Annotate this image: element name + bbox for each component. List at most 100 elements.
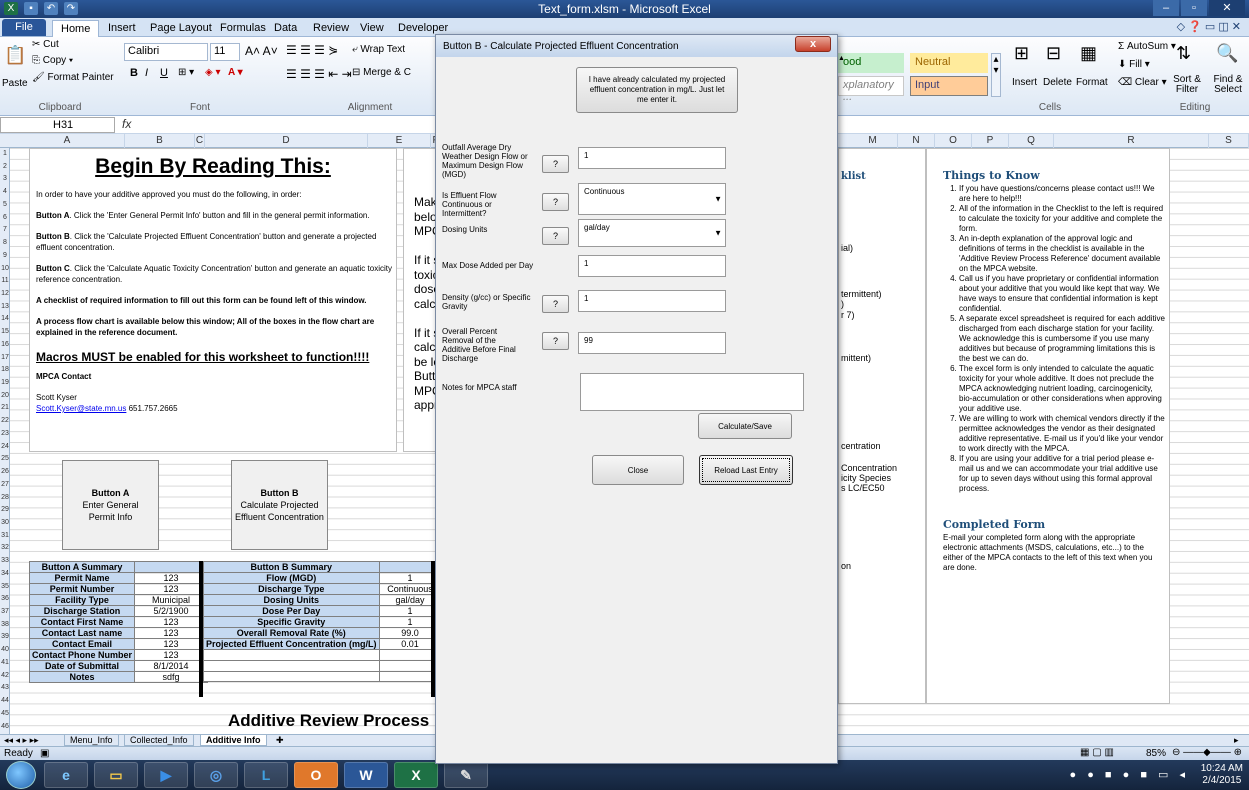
row-header[interactable]: 29 (0, 504, 10, 517)
font-size-combo[interactable]: 11 (210, 43, 240, 61)
tab-file[interactable]: File (2, 19, 46, 36)
row-value[interactable]: 123 (134, 583, 209, 595)
units-help-button[interactable]: ? (542, 227, 569, 245)
row-header[interactable]: 15 (0, 326, 10, 339)
row-header[interactable]: 44 (0, 695, 10, 708)
align-left-icon[interactable]: ☰ ☰ ☰ ⇤ ⇥ (286, 67, 352, 81)
removal-help-button[interactable]: ? (542, 332, 569, 350)
font-name-combo[interactable]: Calibri (124, 43, 208, 61)
sheet-tab-additive-info[interactable]: Additive Info (200, 735, 267, 746)
row-header[interactable]: 7 (0, 224, 10, 237)
scroll-up-icon[interactable]: ▲ (838, 55, 847, 63)
already-calculated-button[interactable]: I have already calculated my projected e… (576, 67, 738, 113)
row-header[interactable]: 11 (0, 275, 10, 288)
tab-data[interactable]: Data (266, 20, 305, 37)
tab-home[interactable]: Home (52, 20, 100, 37)
notes-textarea[interactable] (580, 373, 804, 411)
zoom-level[interactable]: 85% (1146, 748, 1166, 759)
align-top-icon[interactable]: ☰ ☰ ☰ ⋟ (286, 43, 338, 57)
row-header[interactable]: 43 (0, 682, 10, 695)
row-value[interactable]: 5/2/1900 (134, 605, 209, 617)
explorer-icon[interactable]: ▭ (94, 762, 138, 788)
reload-last-entry-button[interactable]: Reload Last Entry (699, 455, 793, 485)
paste-icon[interactable]: 📋 (4, 45, 26, 66)
row-header[interactable]: 1 (0, 148, 10, 161)
column-header[interactable]: S (1209, 134, 1249, 148)
new-sheet-icon[interactable]: ✚ (276, 735, 284, 746)
italic-button[interactable]: I (145, 67, 148, 79)
row-header[interactable]: 17 (0, 352, 10, 365)
row-header[interactable]: 41 (0, 657, 10, 670)
dosing-units-dropdown[interactable]: gal/day ▼ (578, 219, 726, 247)
underline-button[interactable]: U (160, 67, 168, 79)
continuous-help-button[interactable]: ? (542, 193, 569, 211)
row-value[interactable]: 123 (134, 649, 209, 661)
row-header[interactable]: 19 (0, 377, 10, 390)
tab-page-layout[interactable]: Page Layout (142, 20, 220, 37)
tab-insert[interactable]: Insert (100, 20, 144, 37)
delete-button[interactable]: Delete (1043, 77, 1072, 88)
calculate-save-button[interactable]: Calculate/Save (698, 413, 792, 439)
autosum-button[interactable]: Σ AutoSum ▾ (1118, 41, 1176, 52)
clear-button[interactable]: ⌫ Clear ▾ (1118, 77, 1167, 88)
outlook-icon[interactable]: O (294, 762, 338, 788)
column-header[interactable]: N (898, 134, 935, 148)
row-value[interactable]: 123 (134, 638, 209, 650)
row-header[interactable]: 25 (0, 453, 10, 466)
fill-button[interactable]: ⬇ Fill ▾ (1118, 59, 1150, 70)
row-header[interactable]: 5 (0, 199, 10, 212)
flow-input[interactable]: 1 (578, 147, 726, 169)
close-button[interactable]: Close (592, 455, 684, 485)
bold-button[interactable]: B (130, 67, 138, 79)
row-header[interactable]: 31 (0, 530, 10, 543)
row-header[interactable]: 21 (0, 402, 10, 415)
row-header[interactable]: 4 (0, 186, 10, 199)
row-header[interactable]: 37 (0, 606, 10, 619)
row-header[interactable]: 34 (0, 568, 10, 581)
cut-button[interactable]: ✂ Cut (32, 39, 59, 50)
row-header[interactable]: 40 (0, 644, 10, 657)
sheet-tab-menu-info[interactable]: Menu_Info (64, 735, 119, 746)
fx-icon[interactable]: fx (122, 117, 131, 131)
system-tray-icons[interactable]: ● ● ■ ● ■ ▭ ◂ (1070, 768, 1189, 781)
borders-icon[interactable]: ⊞ ▾ (178, 67, 194, 78)
row-header[interactable]: 36 (0, 593, 10, 606)
row-header[interactable]: 13 (0, 301, 10, 314)
column-header[interactable]: C (195, 134, 205, 148)
dialog-close-button[interactable]: x (795, 36, 831, 52)
column-header[interactable]: Q (1009, 134, 1054, 148)
row-header[interactable]: 6 (0, 212, 10, 225)
row-value[interactable]: 123 (134, 616, 209, 628)
view-buttons-icon[interactable]: ▦ ▢ ▥ (1080, 747, 1114, 758)
start-button-icon[interactable] (6, 761, 36, 789)
macro-record-icon[interactable]: ▣ (40, 748, 49, 759)
name-box[interactable]: H31 (0, 117, 115, 133)
row-header[interactable]: 14 (0, 313, 10, 326)
row-header[interactable]: 28 (0, 492, 10, 505)
row-header[interactable]: 26 (0, 466, 10, 479)
sort-filter-button[interactable]: Sort & Filter (1170, 75, 1204, 95)
row-header[interactable]: 16 (0, 339, 10, 352)
density-help-button[interactable]: ? (542, 295, 569, 313)
insert-button[interactable]: Insert (1012, 77, 1037, 88)
media-icon[interactable]: ▶ (144, 762, 188, 788)
copy-button[interactable]: ⎘ Copy ▾ (32, 55, 73, 66)
flow-help-button[interactable]: ? (542, 155, 569, 173)
button-a-enter-permit-info[interactable]: Button A Enter General Permit Info (62, 460, 159, 550)
excel-icon[interactable]: X (394, 762, 438, 788)
removal-input[interactable]: 99 (578, 332, 726, 354)
row-header[interactable]: 9 (0, 250, 10, 263)
row-value[interactable]: sdfg (134, 671, 209, 683)
minimize-button[interactable]: – (1153, 0, 1179, 16)
row-value[interactable]: 123 (134, 627, 209, 639)
row-header[interactable]: 8 (0, 237, 10, 250)
style-input[interactable]: Input (910, 76, 988, 96)
row-header[interactable]: 3 (0, 173, 10, 186)
column-header[interactable]: A (10, 134, 125, 148)
row-header[interactable]: 27 (0, 479, 10, 492)
column-header[interactable]: R (1054, 134, 1209, 148)
row-header[interactable]: 12 (0, 288, 10, 301)
find-select-button[interactable]: Find & Select (1210, 75, 1246, 95)
search-app-icon[interactable]: ◎ (194, 762, 238, 788)
zoom-slider[interactable]: ⊖ ——◆—— ⊕ (1172, 747, 1242, 758)
